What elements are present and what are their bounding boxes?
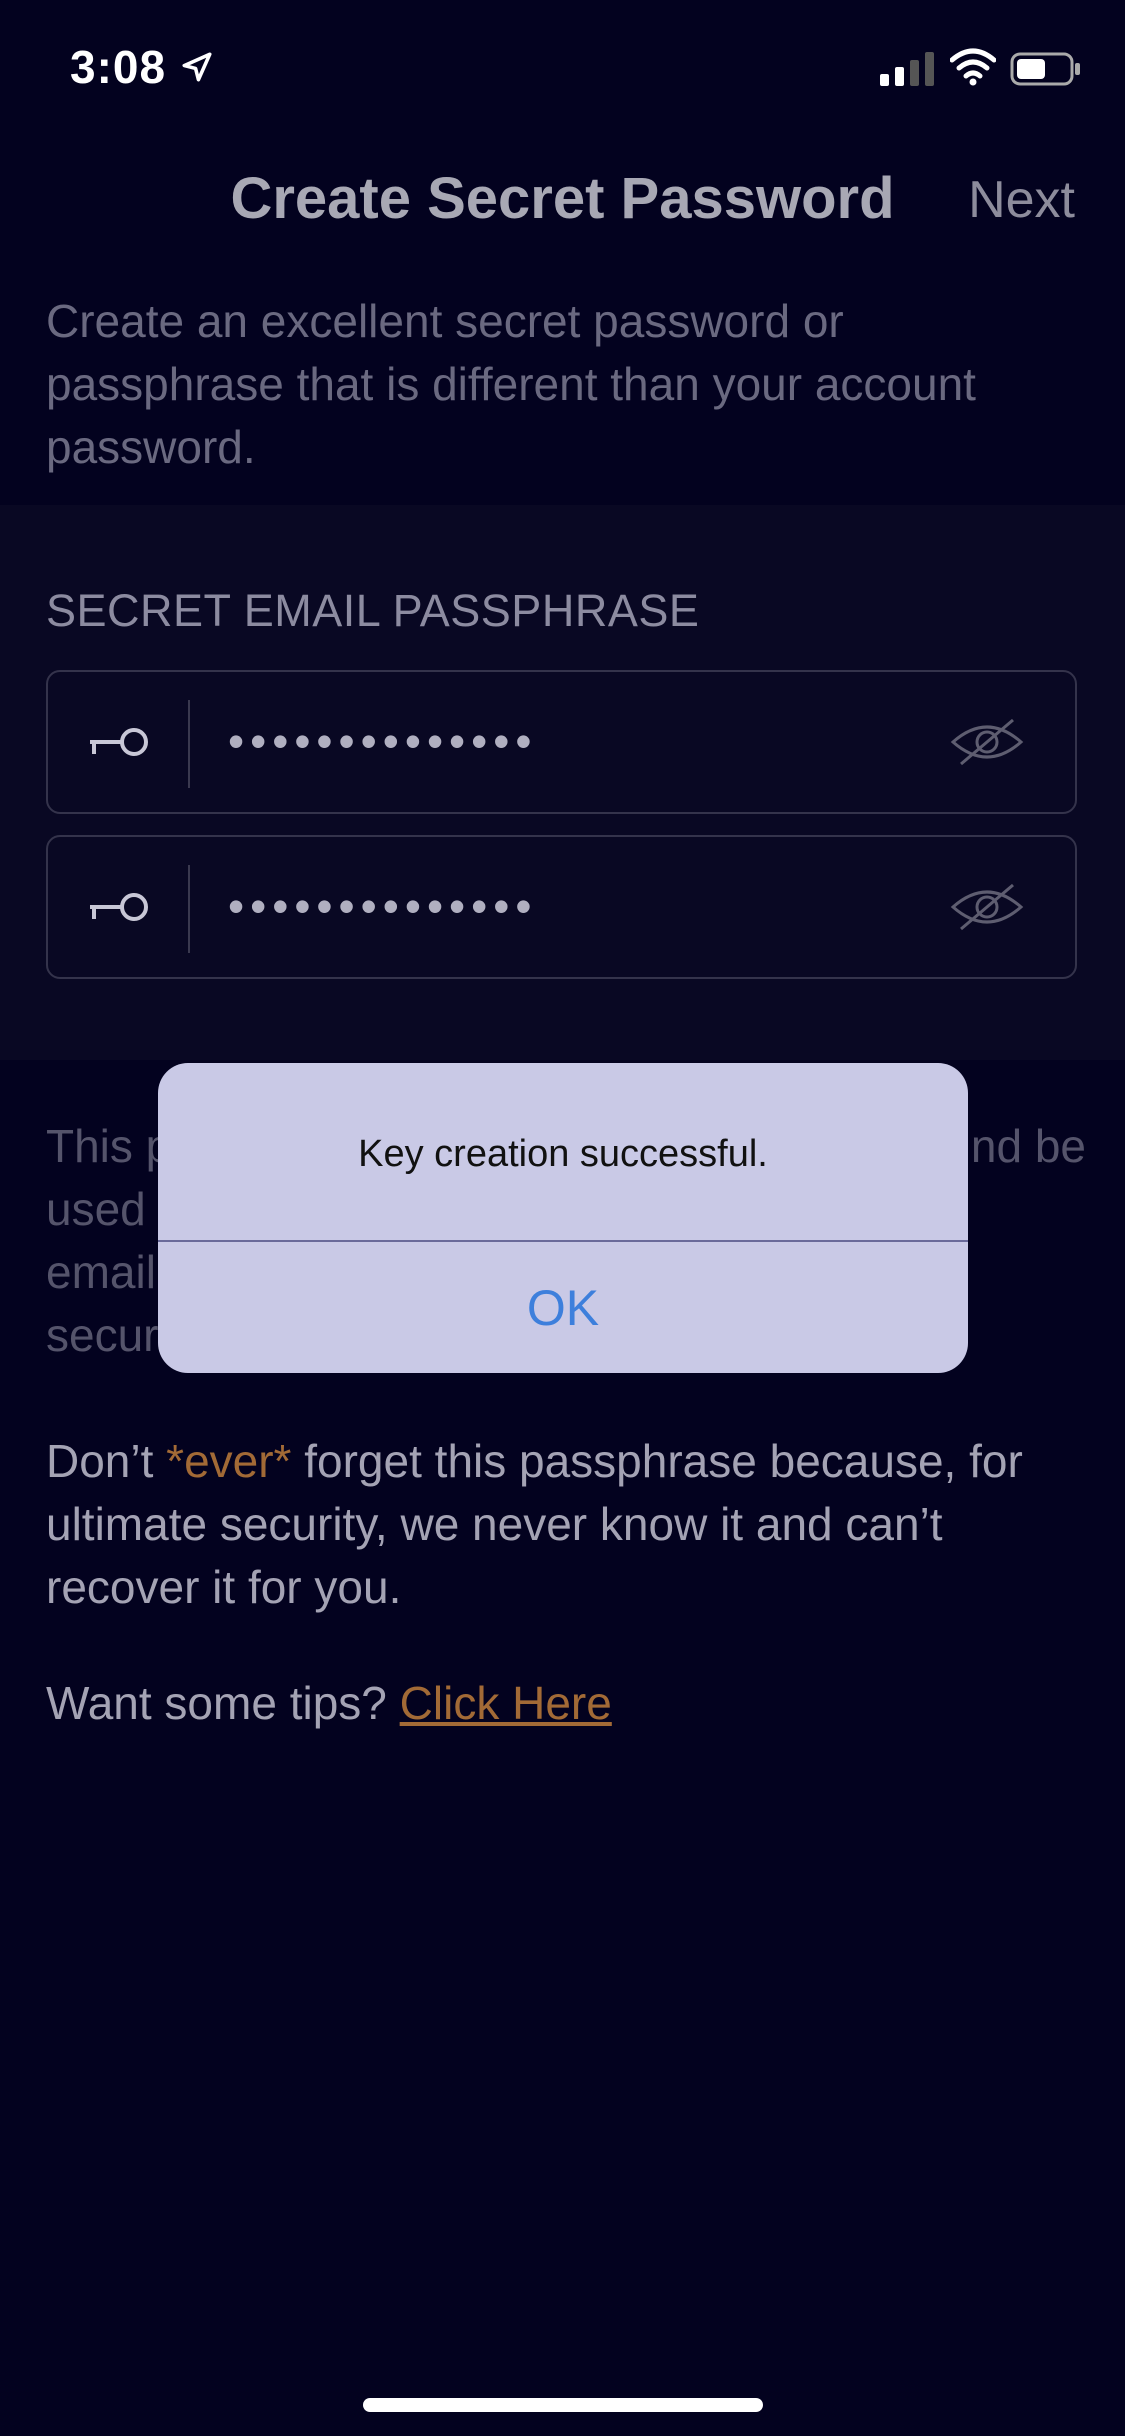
passphrase-field[interactable]: ••••••••••••••: [46, 670, 1077, 814]
home-indicator: [363, 2398, 763, 2412]
confirm-passphrase-value: ••••••••••••••: [228, 880, 538, 932]
passphrase-value: ••••••••••••••: [228, 715, 538, 767]
location-arrow-icon: [182, 52, 212, 82]
confirm-passphrase-field[interactable]: ••••••••••••••: [46, 835, 1077, 979]
warning-emphasis: *ever*: [166, 1435, 292, 1487]
eye-slash-icon[interactable]: [949, 879, 1025, 935]
eye-slash-icon[interactable]: [949, 714, 1025, 770]
alert-ok-button[interactable]: OK: [158, 1242, 968, 1373]
status-bar: 3:08: [0, 0, 1125, 130]
key-icon: [90, 728, 148, 756]
warning-paragraph: Don’t *ever* forget this passphrase beca…: [46, 1430, 1086, 1619]
info-fragment: This p: [46, 1120, 172, 1172]
alert-dialog: Key creation successful. OK: [158, 1063, 968, 1373]
tips-line: Want some tips? Click Here: [46, 1676, 612, 1730]
tips-link[interactable]: Click Here: [400, 1677, 612, 1729]
next-button[interactable]: Next: [968, 170, 1075, 230]
field-divider: [188, 865, 190, 953]
battery-icon: [1010, 52, 1080, 86]
section-label: SECRET EMAIL PASSPHRASE: [46, 585, 700, 636]
intro-text: Create an excellent secret password or p…: [46, 295, 976, 473]
key-icon: [90, 893, 148, 921]
status-time: 3:08: [70, 41, 167, 93]
page-title: Create Secret Password: [230, 166, 895, 231]
tips-prefix: Want some tips?: [46, 1677, 400, 1729]
field-divider: [188, 700, 190, 788]
info-fragment: nd be: [970, 1120, 1086, 1172]
alert-message: Key creation successful.: [358, 1133, 768, 1175]
cellular-signal-icon: [880, 52, 934, 86]
warning-prefix: Don’t: [46, 1435, 167, 1487]
wifi-icon: [950, 48, 996, 86]
